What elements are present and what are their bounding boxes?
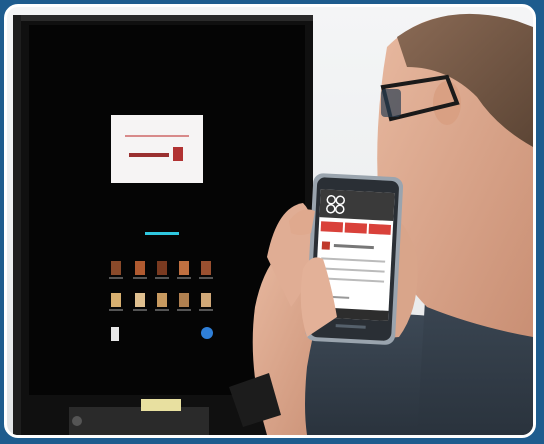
app-link-icon[interactable] (201, 327, 213, 339)
tab-3[interactable] (368, 223, 392, 235)
item-thumbnail (321, 241, 331, 250)
tab-1[interactable] (320, 221, 344, 233)
vending-photo (13, 13, 533, 435)
dispense-area (69, 407, 209, 435)
payment-label (141, 399, 181, 411)
promo-screen (111, 115, 203, 183)
photo-frame (4, 4, 536, 438)
cup-size-icon[interactable] (111, 327, 119, 341)
menu-heading-bar (145, 232, 179, 235)
tab-2[interactable] (344, 222, 368, 234)
